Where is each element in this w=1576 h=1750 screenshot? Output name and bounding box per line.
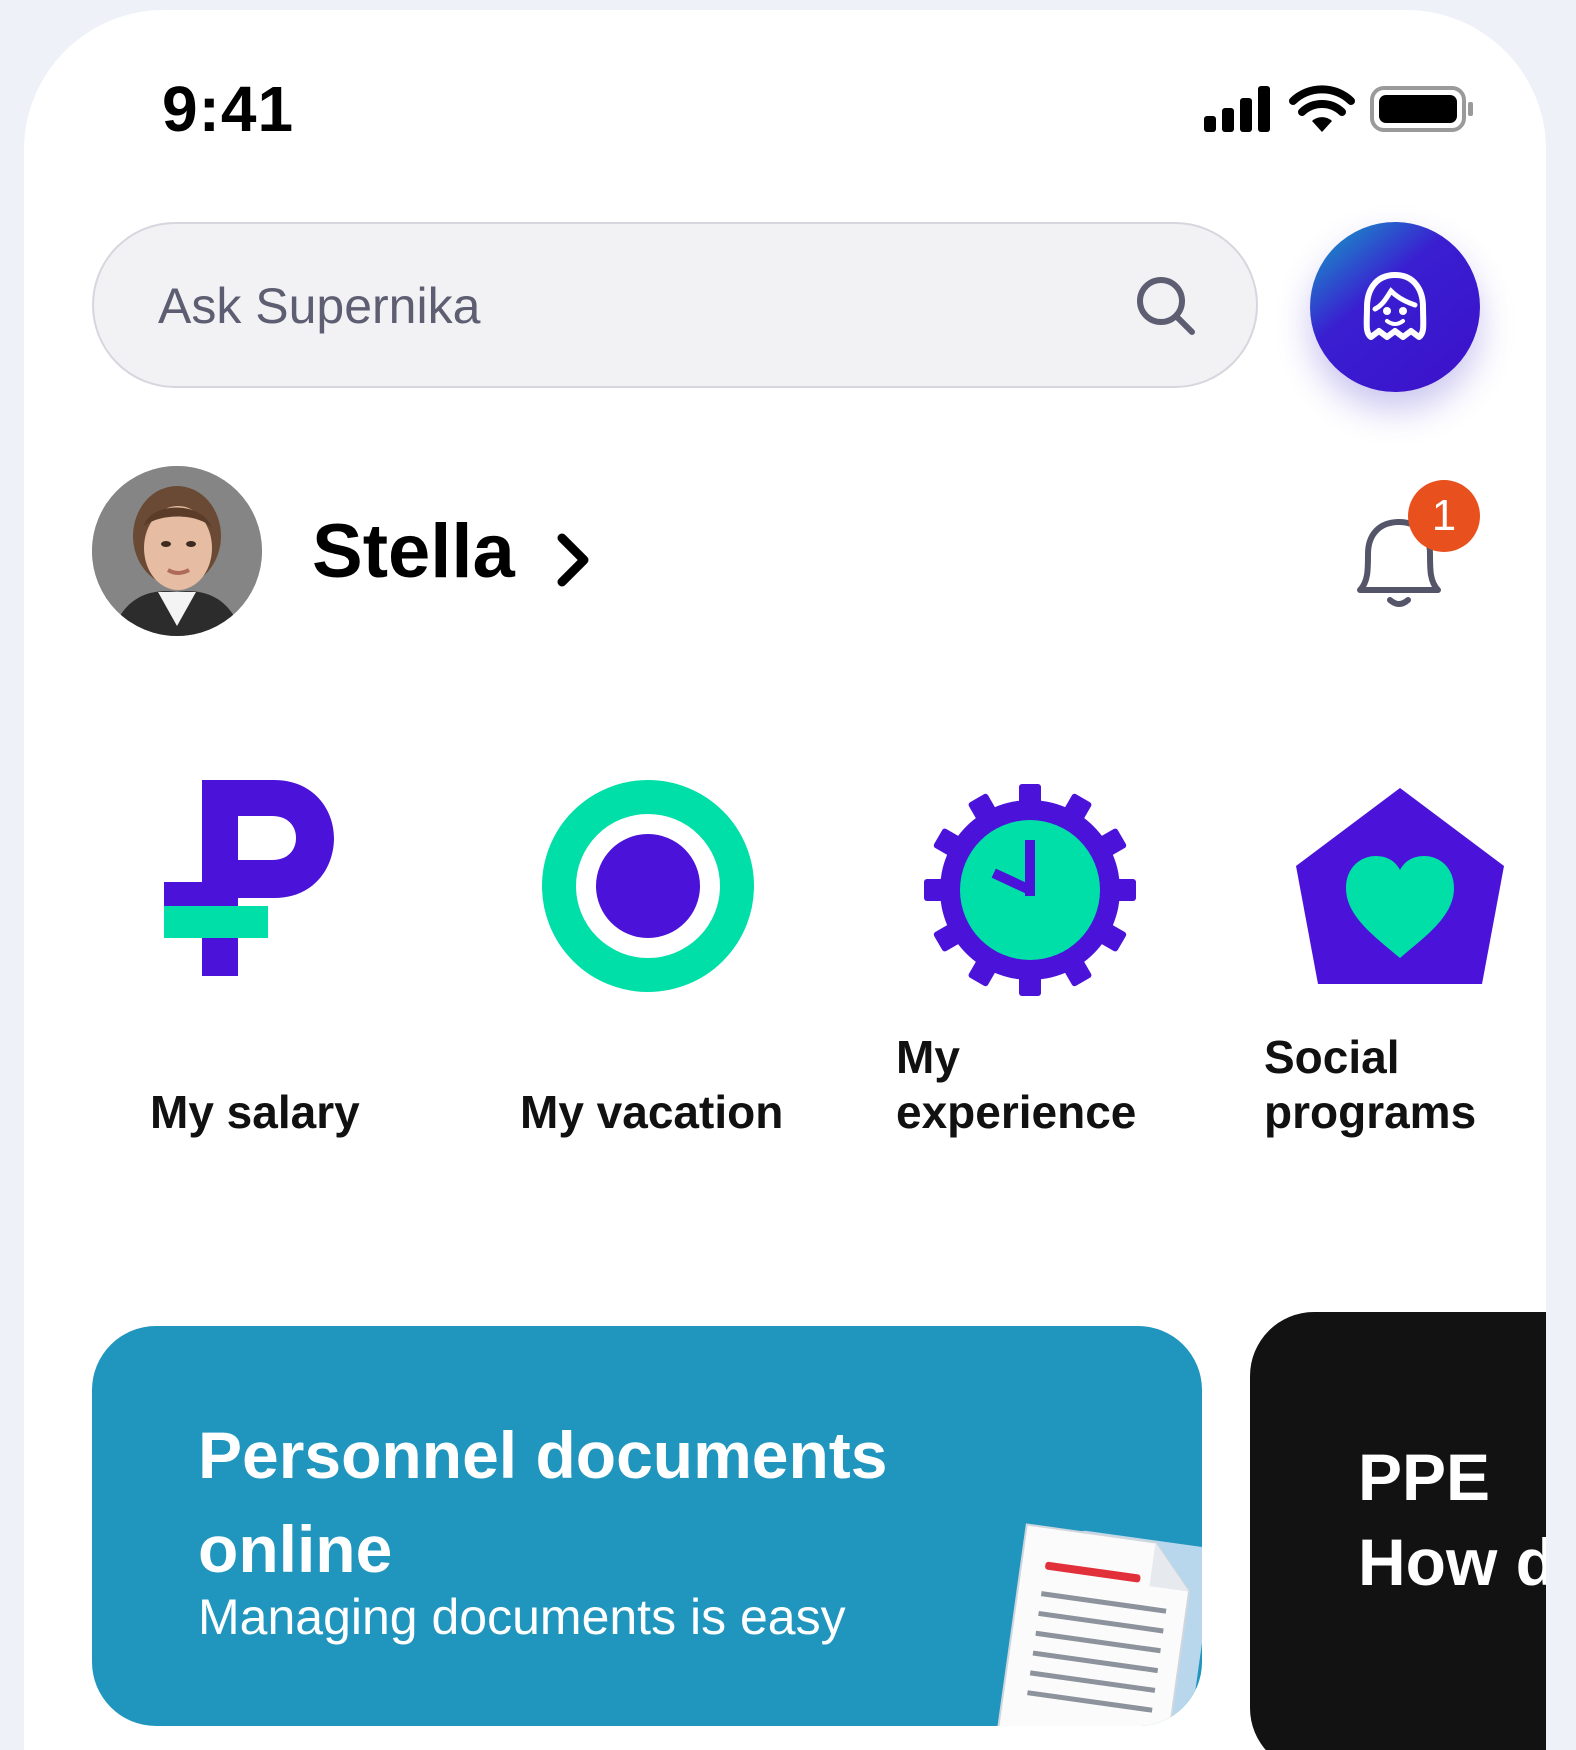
assistant-button[interactable] — [1310, 222, 1480, 392]
search-bar[interactable] — [92, 222, 1258, 388]
tile-my-vacation[interactable]: My vacation — [494, 780, 854, 1140]
status-time: 9:41 — [162, 73, 295, 145]
pentagon-heart-icon — [1296, 788, 1504, 984]
tile-my-salary[interactable]: My salary — [124, 780, 484, 1140]
signal-icon — [1204, 86, 1270, 132]
battery-icon — [1370, 86, 1473, 132]
ruble-icon — [164, 780, 334, 976]
vacation-ring-icon — [542, 780, 754, 992]
tile-my-experience[interactable]: My experience — [864, 780, 1224, 1140]
card-title: Personnel documents online — [198, 1418, 888, 1586]
assistant-icon — [1363, 272, 1427, 340]
tile-label: My experience — [896, 1031, 1137, 1138]
notification-badge: 1 — [1408, 480, 1480, 552]
search-input[interactable] — [158, 266, 1058, 346]
tile-label: Social programs — [1264, 1031, 1477, 1138]
phone-screen: 9:41 Ask Supernika Stella 1 My salary My… — [24, 10, 1546, 1750]
card-ppe[interactable]: PPE How d — [1250, 1312, 1546, 1750]
profile-name[interactable]: Stella — [312, 508, 515, 595]
document-icon — [996, 1523, 1202, 1726]
status-icons — [1204, 82, 1514, 142]
chevron-right-icon[interactable] — [554, 532, 594, 588]
search-icon[interactable] — [1134, 274, 1198, 338]
wifi-icon — [1289, 85, 1355, 132]
card-title: PPE — [1358, 1440, 1491, 1514]
card-subtitle: How d — [1358, 1525, 1546, 1599]
tile-label: My vacation — [520, 1086, 784, 1138]
tile-label: My salary — [150, 1086, 360, 1138]
gear-clock-icon — [924, 784, 1136, 996]
card-personnel-documents[interactable]: Personnel documents online Managing docu… — [92, 1326, 1202, 1726]
card-subtitle: Managing documents is easy — [198, 1589, 846, 1645]
tile-social-programs[interactable]: Social programs — [1234, 780, 1546, 1140]
avatar[interactable] — [92, 466, 262, 636]
